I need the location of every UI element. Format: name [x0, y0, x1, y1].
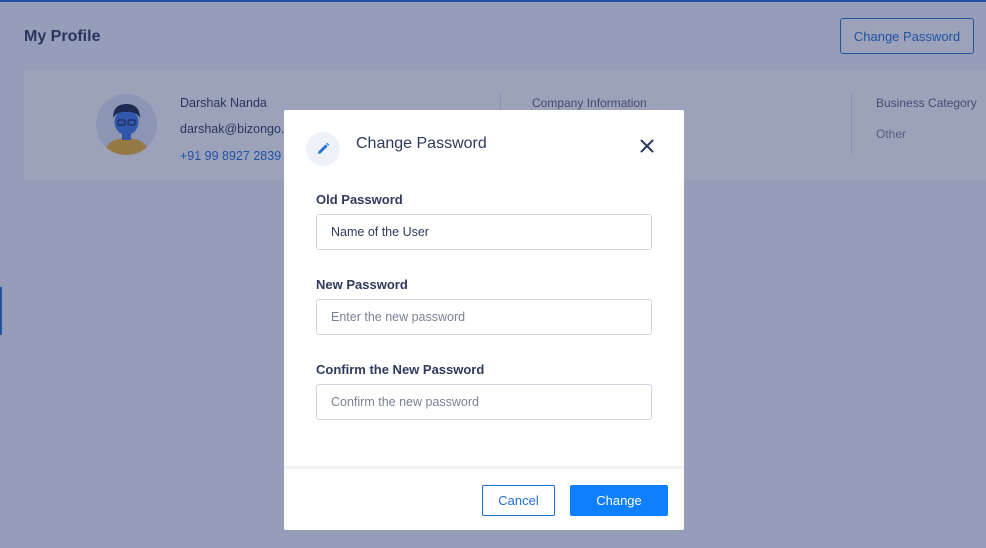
- pencil-icon: [318, 142, 330, 154]
- close-button[interactable]: [636, 135, 658, 157]
- modal-icon-badge: [306, 132, 340, 166]
- old-password-input[interactable]: [316, 214, 652, 250]
- change-button[interactable]: Change: [570, 485, 668, 516]
- old-password-label: Old Password: [316, 192, 403, 207]
- confirm-password-label: Confirm the New Password: [316, 362, 485, 377]
- modal-footer: Cancel Change: [284, 466, 684, 530]
- close-icon[interactable]: [640, 139, 654, 153]
- modal-title: Change Password: [356, 135, 487, 152]
- new-password-input[interactable]: [316, 299, 652, 335]
- cancel-button[interactable]: Cancel: [482, 485, 555, 516]
- confirm-password-input[interactable]: [316, 384, 652, 420]
- change-password-modal: Change Password Old Password New Passwor…: [284, 110, 684, 530]
- new-password-label: New Password: [316, 277, 408, 292]
